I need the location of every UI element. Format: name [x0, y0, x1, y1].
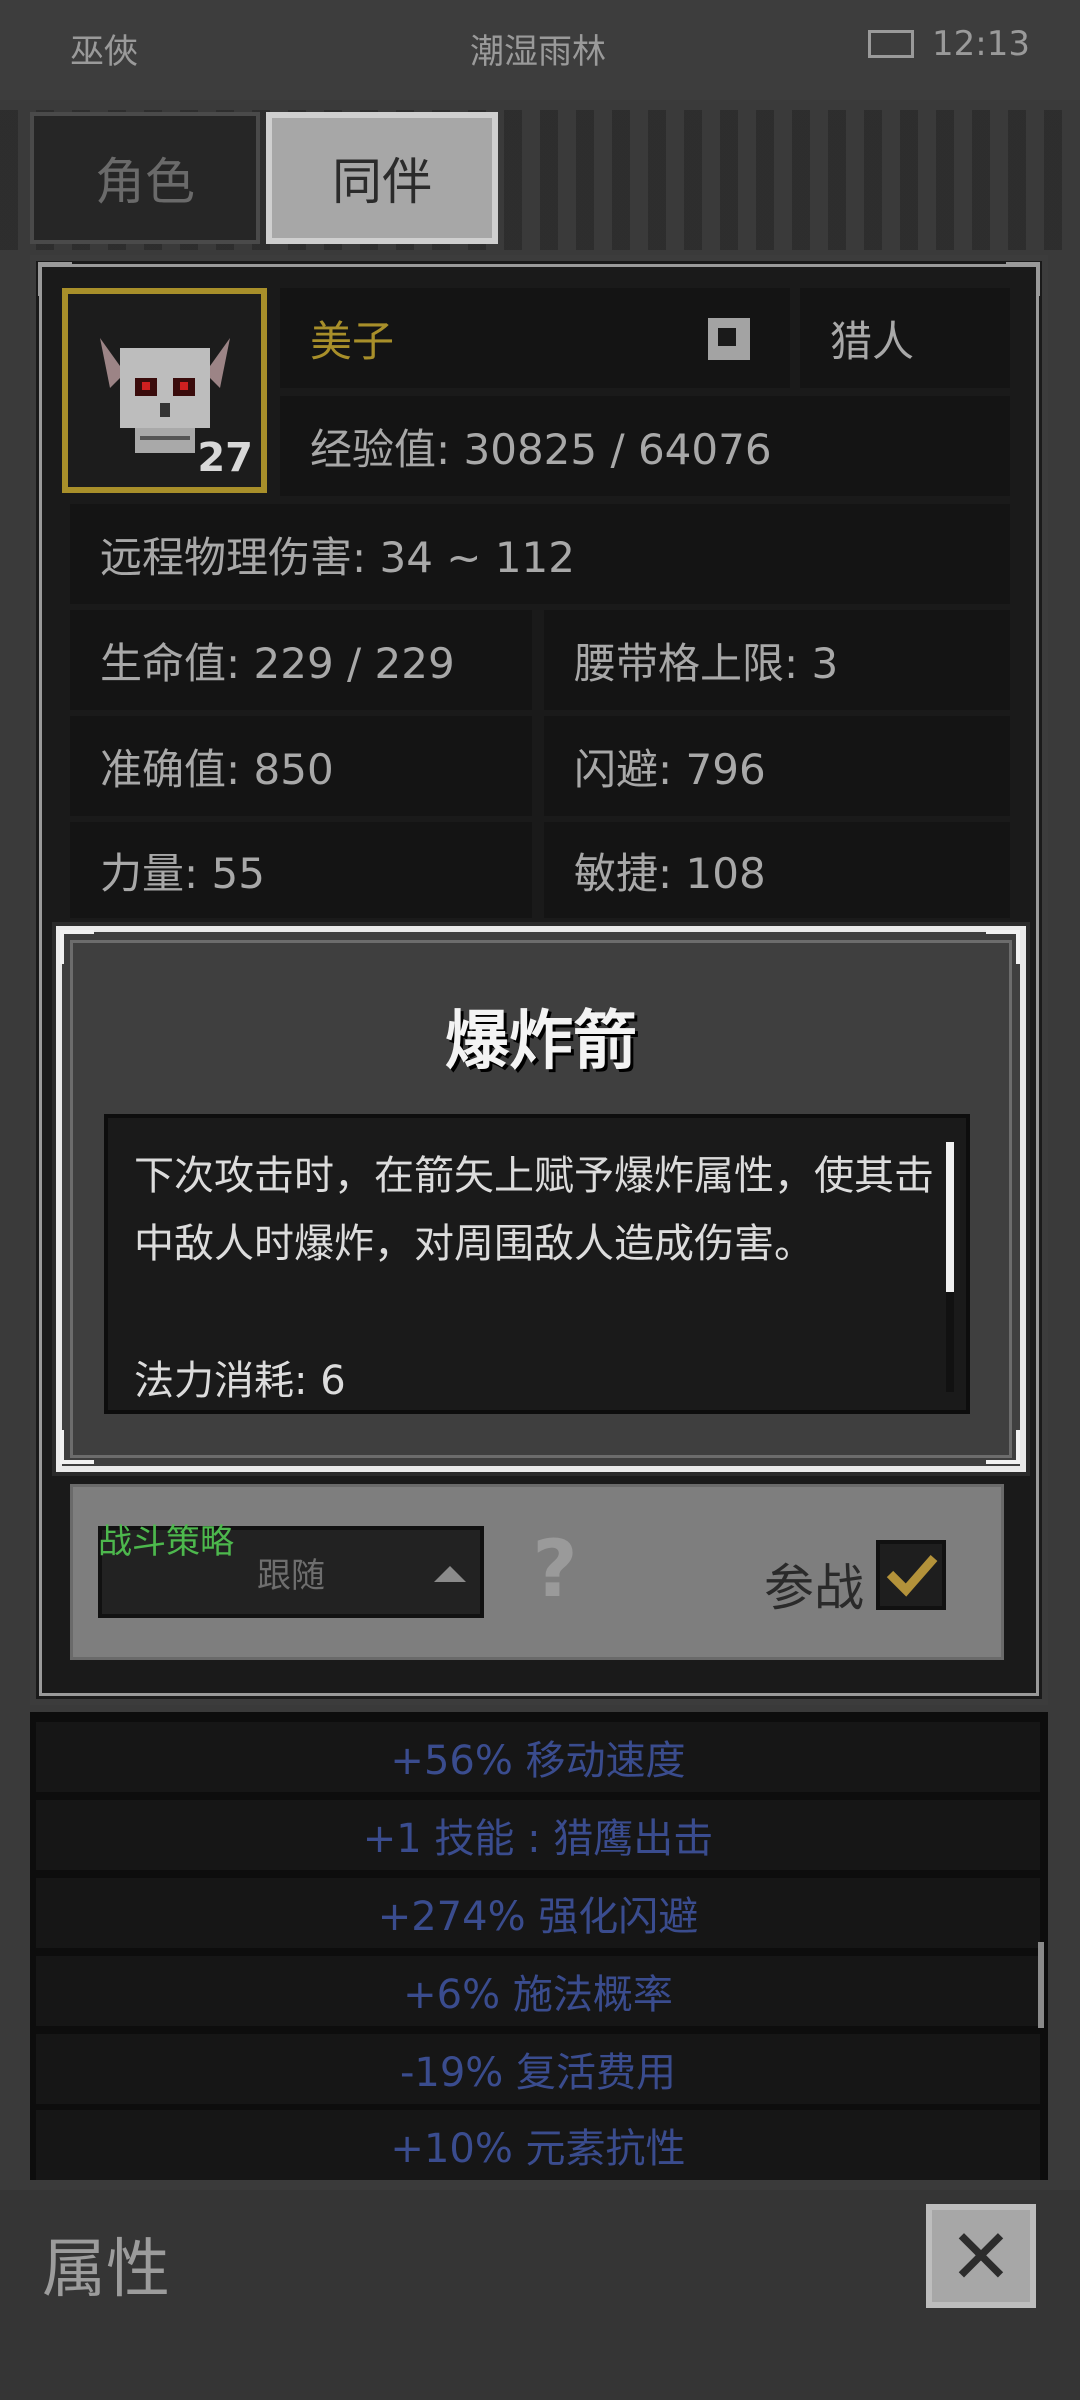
experience-cell: 经验值: 30825 / 64076: [280, 396, 1010, 496]
dropdown-caret-icon: [434, 1566, 466, 1582]
panel-corner-ornament: [1006, 262, 1040, 296]
list-item: +1 技能 : 猎鹰出击: [36, 1800, 1040, 1870]
clock: 12:13: [932, 24, 1030, 64]
join-battle-checkbox[interactable]: [876, 1540, 946, 1610]
stat-belt-limit: 腰带格上限: 3: [544, 610, 1010, 710]
stat-accuracy-text: 准确值: 850: [100, 744, 334, 794]
stat-evasion: 闪避: 796: [544, 716, 1010, 816]
join-battle-label: 参战: [764, 1559, 864, 1617]
companion-class: 猎人: [830, 316, 915, 366]
stat-belt-limit-text: 腰带格上限: 3: [574, 638, 839, 688]
popup-corner-ornament: [986, 1430, 1020, 1464]
list-item: -19% 复活费用: [36, 2034, 1040, 2104]
stat-evasion-text: 闪避: 796: [574, 744, 766, 794]
stat-agility: 敏捷: 108: [544, 822, 1010, 918]
status-left-text: 巫俠: [70, 32, 138, 72]
bonus-text: -19% 复活费用: [399, 2050, 677, 2096]
list-item: +6% 施法概率: [36, 1956, 1040, 2026]
popup-corner-ornament: [60, 1430, 94, 1464]
bonus-list-scrollbar[interactable]: [1038, 1942, 1044, 2028]
skull-portrait-icon: [100, 338, 230, 453]
close-button[interactable]: ✕: [926, 2204, 1036, 2308]
tab-companion-label: 同伴: [332, 153, 432, 211]
companion-name: 美子: [310, 316, 395, 366]
rename-icon[interactable]: [708, 318, 750, 360]
description-scroll-thumb[interactable]: [946, 1142, 954, 1292]
bonus-text: +6% 施法概率: [403, 1972, 673, 2018]
battery-icon: [868, 30, 914, 58]
popup-corner-ornament: [986, 930, 1020, 964]
stat-ranged-damage: 远程物理伤害: 34 ~ 112: [70, 504, 1010, 604]
checkmark-icon: [886, 1555, 938, 1597]
stat-agility-text: 敏捷: 108: [574, 848, 766, 898]
experience-text: 经验值: 30825 / 64076: [310, 424, 772, 474]
help-icon[interactable]: ?: [520, 1530, 590, 1610]
bonus-text: +274% 强化闪避: [377, 1894, 699, 1940]
bonus-text: +1 技能 : 猎鹰出击: [362, 1816, 714, 1862]
companion-class-cell: 猎人: [800, 288, 1010, 388]
stat-strength: 力量: 55: [70, 822, 532, 918]
skill-mana-cost: 法力消耗: 6: [134, 1358, 346, 1404]
skill-title: 爆炸箭: [445, 1005, 637, 1079]
list-item: +274% 强化闪避: [36, 1878, 1040, 1948]
location-title: 潮湿雨林: [470, 32, 606, 72]
tab-character[interactable]: 角色: [30, 112, 260, 244]
stat-hp-text: 生命值: 229 / 229: [100, 638, 455, 688]
bonus-text: +10% 元素抗性: [390, 2126, 686, 2172]
close-icon: ✕: [949, 2211, 1013, 2301]
list-item: +56% 移动速度: [36, 1722, 1040, 1792]
skill-description: 下次攻击时，在箭矢上赋予爆炸属性，使其击中敌人时爆炸，对周围敌人造成伤害。: [134, 1153, 934, 1267]
stat-hp: 生命值: 229 / 229: [70, 610, 532, 710]
list-item: +10% 元素抗性: [36, 2110, 1040, 2180]
stat-strength-text: 力量: 55: [100, 848, 265, 898]
bonus-text: +56% 移动速度: [390, 1738, 686, 1784]
status-bar: 巫俠 潮湿雨林 12:13: [0, 0, 1080, 100]
stat-accuracy: 准确值: 850: [70, 716, 532, 816]
popup-corner-ornament: [60, 930, 94, 964]
tab-character-label: 角色: [95, 153, 195, 211]
attributes-title: 属性: [42, 2233, 170, 2307]
tab-companion[interactable]: 同伴: [266, 112, 498, 244]
strategy-selected-value: 跟随: [257, 1555, 325, 1596]
strategy-label: 战斗策略: [98, 1522, 234, 1562]
stat-ranged-damage-text: 远程物理伤害: 34 ~ 112: [100, 532, 576, 582]
